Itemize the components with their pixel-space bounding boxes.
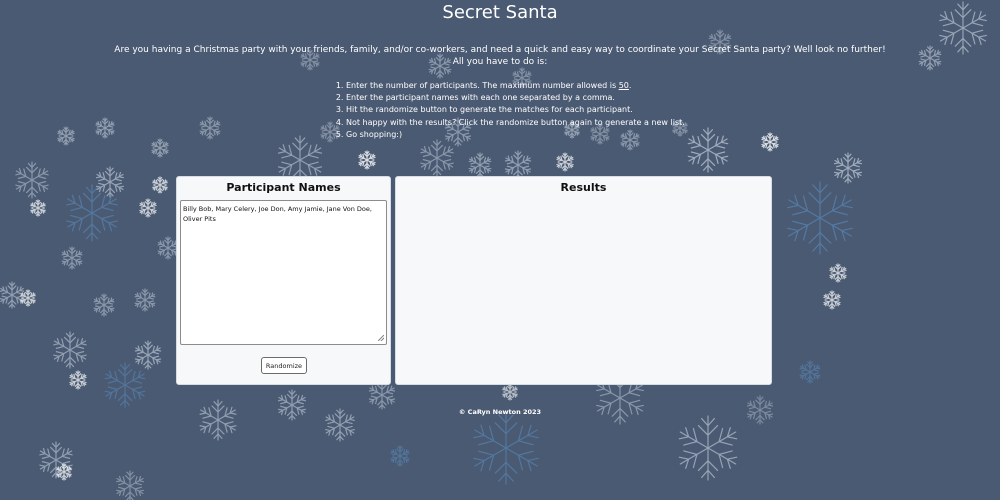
step-2: Enter the participant names with each on…	[346, 92, 746, 104]
step-1: Enter the number of participants. The ma…	[346, 80, 746, 92]
step-1-text: Enter the number of participants. The ma…	[346, 81, 619, 90]
step-5: Go shopping:)	[346, 129, 746, 141]
footer-copyright: © CaRyn Newton 2023	[458, 408, 542, 416]
page-title: Secret Santa	[442, 2, 558, 23]
step-4: Not happy with the results? Click the ra…	[346, 117, 746, 129]
step-3: Hit the randomize button to generate the…	[346, 104, 746, 116]
participant-names-panel: Participant Names Randomize	[176, 176, 391, 385]
results-heading: Results	[560, 181, 607, 194]
intro-description: Are you having a Christmas party with yo…	[114, 45, 886, 55]
results-panel: Results	[395, 176, 772, 385]
results-output	[402, 201, 765, 377]
participant-names-heading: Participant Names	[226, 181, 341, 194]
max-participants-value: 50	[618, 81, 629, 90]
randomize-button[interactable]: Randomize	[261, 357, 307, 374]
participant-names-input[interactable]	[180, 200, 387, 345]
intro-text: Are you having a Christmas party with yo…	[100, 44, 900, 68]
intro-instructions-lead: All you have to do is:	[452, 57, 548, 67]
instructions-list: Enter the number of participants. The ma…	[333, 80, 746, 141]
resize-handle-icon[interactable]	[378, 335, 384, 341]
step-1-period: .	[628, 81, 632, 90]
